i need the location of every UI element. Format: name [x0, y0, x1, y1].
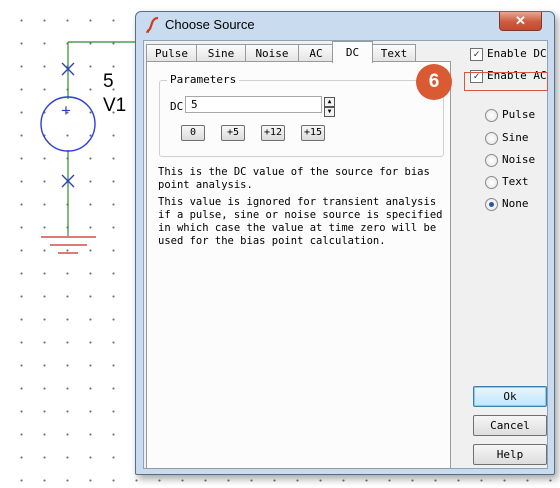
tab-label: Text	[380, 47, 408, 60]
preset-plus12-button[interactable]: +12	[261, 125, 285, 141]
help-button[interactable]: Help	[473, 444, 547, 465]
tab-sine[interactable]: Sine	[196, 44, 246, 62]
radio-label: Pulse	[502, 108, 536, 121]
radio-label: Sine	[502, 131, 529, 144]
enable-ac-highlight-frame	[464, 72, 548, 91]
spin-down-icon[interactable]: ▼	[324, 107, 335, 117]
dc-field-label: DC	[170, 100, 184, 113]
tab-text[interactable]: Text	[372, 44, 416, 62]
radio-button[interactable]	[485, 109, 498, 122]
dc-tab-panel: Parameters DC ▲ ▼ 0 +5 +12 +15 This is t…	[146, 61, 451, 469]
tab-noise[interactable]: Noise	[245, 44, 299, 62]
enable-dc-label: Enable DC	[487, 47, 547, 60]
tab-dc[interactable]: DC	[332, 41, 373, 63]
radio-label: Noise	[502, 153, 536, 166]
tab-label: AC	[309, 47, 323, 60]
dialog-titlebar[interactable]: Choose Source ✕	[136, 12, 554, 38]
step-callout-badge: 6	[416, 64, 452, 100]
dialog-client-area: Pulse Sine Noise AC DC Text Parameters D…	[143, 40, 548, 469]
app-logo-icon	[146, 17, 159, 33]
tab-ac[interactable]: AC	[298, 44, 334, 62]
preset-0-button[interactable]: 0	[181, 125, 205, 141]
parameters-group: Parameters DC ▲ ▼ 0 +5 +12 +15	[159, 73, 444, 157]
parameters-legend: Parameters	[167, 73, 240, 86]
preset-plus5-button[interactable]: +5	[221, 125, 245, 141]
radio-label: None	[502, 197, 529, 210]
radio-button[interactable]	[485, 154, 498, 167]
radio-button[interactable]	[485, 198, 498, 211]
radio-label: Text	[502, 175, 529, 188]
ground-symbol	[41, 236, 96, 254]
dialog-title: Choose Source	[165, 17, 255, 32]
dc-value-input[interactable]	[185, 96, 322, 113]
cancel-button[interactable]: Cancel	[473, 415, 547, 436]
spin-up-icon[interactable]: ▲	[324, 97, 335, 107]
tab-label: Noise	[255, 47, 289, 60]
source-name-label: V1	[103, 95, 127, 116]
tab-label: Sine	[207, 47, 235, 60]
ok-button[interactable]: Ok	[473, 386, 547, 407]
source-plus-sign: +	[61, 101, 71, 120]
radio-button[interactable]	[485, 176, 498, 189]
source-value-label: 5	[103, 71, 114, 92]
tab-pulse[interactable]: Pulse	[146, 44, 197, 62]
tab-label: Pulse	[154, 47, 189, 60]
tab-label: DC	[345, 46, 360, 59]
close-icon: ✕	[515, 13, 526, 28]
enable-dc-checkbox[interactable]: ✓	[470, 48, 483, 61]
radio-button[interactable]	[485, 132, 498, 145]
dc-ignored-note-text: This value is ignored for transient anal…	[158, 196, 443, 247]
dc-description-text: This is the DC value of the source for b…	[158, 166, 430, 191]
close-button[interactable]: ✕	[499, 12, 542, 31]
dc-value-stepper[interactable]: ▲ ▼	[324, 97, 335, 117]
choose-source-dialog: Choose Source ✕ Pulse Sine Noise AC DC T…	[135, 11, 555, 475]
preset-plus15-button[interactable]: +15	[301, 125, 325, 141]
